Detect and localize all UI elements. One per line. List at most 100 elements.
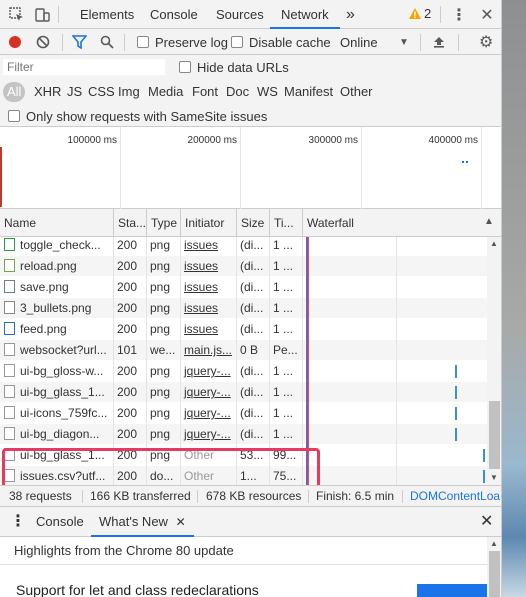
column-header-size[interactable]: Size xyxy=(237,209,270,237)
chevron-down-icon[interactable]: ▼ xyxy=(399,29,409,55)
drawer-tab-console[interactable]: Console xyxy=(36,507,84,537)
type-filter-font[interactable]: Font xyxy=(189,82,221,102)
feature-title[interactable]: Support for let and class redeclarations xyxy=(16,582,259,597)
scroll-down-arrow[interactable]: ▼ xyxy=(490,473,498,482)
import-har-button[interactable] xyxy=(432,29,446,55)
cell-size: (di... xyxy=(240,385,264,399)
more-tabs-button[interactable]: » xyxy=(346,0,355,29)
column-header-type[interactable]: Type xyxy=(147,209,181,237)
type-filter-xhr[interactable]: XHR xyxy=(31,82,64,102)
cell-name: websocket?url... xyxy=(0,340,113,361)
table-row[interactable]: save.png 200 png issues (di... 1 ... xyxy=(0,277,487,298)
tab-console[interactable]: Console xyxy=(150,0,198,29)
type-filter-all[interactable]: All xyxy=(3,82,26,102)
table-row[interactable]: 3_bullets.png 200 png issues (di... 1 ... xyxy=(0,298,487,319)
disable-cache-label: Disable cache xyxy=(249,34,331,50)
finish-time: Finish: 6.5 min xyxy=(316,489,395,503)
close-tab-icon[interactable]: ✕ xyxy=(176,515,186,529)
cell-initiator[interactable]: jquery-... xyxy=(180,361,236,382)
throttling-value: Online xyxy=(340,34,378,50)
disable-cache-checkbox[interactable]: Disable cache xyxy=(231,29,331,55)
tab-network[interactable]: Network xyxy=(270,0,340,29)
checkbox-box[interactable] xyxy=(8,110,20,122)
type-filter-css[interactable]: CSS xyxy=(85,82,118,102)
table-row[interactable]: ui-bg_diagon... 200 png jquery-... (di... 1 .… xyxy=(0,424,487,445)
drawer-tab-whats-new[interactable]: What's New ✕ xyxy=(91,507,194,537)
close-drawer-icon[interactable]: ✕ xyxy=(480,507,493,537)
cell-time: 1 ... xyxy=(273,427,294,441)
type-filter-other[interactable]: Other xyxy=(337,82,376,102)
cell-initiator[interactable]: issues xyxy=(180,256,236,277)
cell-initiator[interactable]: issues xyxy=(180,298,236,319)
preserve-log-checkbox[interactable]: Preserve log xyxy=(137,29,228,55)
websocket-icon xyxy=(4,343,15,356)
cell-size: (di... xyxy=(240,301,264,315)
type-filter-ws[interactable]: WS xyxy=(254,82,281,102)
table-row[interactable]: feed.png 200 png issues (di... 1 ... xyxy=(0,319,487,340)
tab-elements[interactable]: Elements xyxy=(80,0,134,29)
cell-type: png xyxy=(150,259,171,273)
search-button[interactable] xyxy=(100,29,114,55)
scroll-up-arrow[interactable]: ▲ xyxy=(490,539,498,548)
table-row[interactable]: ui-icons_759fc... 200 png jquery-... (di... 1… xyxy=(0,403,487,424)
overview-gridline xyxy=(481,127,482,209)
table-scrollbar[interactable]: ▲ ▼ xyxy=(487,237,501,485)
request-name: websocket?url... xyxy=(20,343,107,357)
column-header-name[interactable]: Name xyxy=(0,209,114,237)
table-row[interactable]: reload.png 200 png issues (di... 1 ... xyxy=(0,256,487,277)
cell-initiator[interactable]: main.js... xyxy=(180,340,236,361)
warnings-badge[interactable]: 2 xyxy=(408,6,431,21)
kebab-menu-icon[interactable]: ⋮ xyxy=(450,6,468,24)
divider xyxy=(124,34,125,51)
cell-name: ui-bg_glass_1... xyxy=(0,382,113,403)
close-icon[interactable]: ✕ xyxy=(478,6,496,24)
filter-input[interactable] xyxy=(2,58,166,76)
checkbox-box[interactable] xyxy=(179,61,191,73)
filter-toggle-button[interactable] xyxy=(72,29,87,55)
device-toolbar-icon[interactable] xyxy=(33,6,51,24)
column-header-time[interactable]: Ti... xyxy=(270,209,303,237)
cell-initiator[interactable]: issues xyxy=(180,319,236,340)
request-name: toggle_check... xyxy=(20,238,101,252)
table-row[interactable]: ui-bg_gloss-w... 200 png jquery-... (di... 1 … xyxy=(0,361,487,382)
drawer-scrollbar[interactable]: ▲ xyxy=(487,537,501,597)
scroll-up-arrow[interactable]: ▲ xyxy=(490,239,498,248)
cell-name: save.png xyxy=(0,277,113,298)
hide-data-urls-checkbox[interactable]: Hide data URLs xyxy=(179,55,289,79)
record-button[interactable] xyxy=(8,29,22,55)
network-overview-timeline[interactable]: 100000 ms 200000 ms 300000 ms 400000 ms xyxy=(0,127,501,209)
cell-status: 200 xyxy=(117,406,138,420)
type-filter-manifest[interactable]: Manifest xyxy=(281,82,336,102)
drawer-menu-icon[interactable]: ⋮ xyxy=(10,507,26,537)
waterfall-bar xyxy=(455,428,457,441)
type-filter-img[interactable]: Img xyxy=(115,82,143,102)
clear-button[interactable] xyxy=(36,29,50,55)
column-header-status[interactable]: Sta... xyxy=(114,209,147,237)
column-header-waterfall[interactable]: Waterfall xyxy=(303,209,501,237)
type-filter-doc[interactable]: Doc xyxy=(223,82,252,102)
tab-sources[interactable]: Sources xyxy=(216,0,264,29)
cell-initiator[interactable]: jquery-... xyxy=(180,382,236,403)
table-row[interactable]: websocket?url... 101 we... main.js... 0 B Pe.… xyxy=(0,340,487,361)
checkbox-box[interactable] xyxy=(231,36,243,48)
table-row[interactable]: toggle_check... 200 png issues (di... 1 ... xyxy=(0,237,487,256)
cell-initiator[interactable]: jquery-... xyxy=(180,424,236,445)
type-filter-media[interactable]: Media xyxy=(145,82,186,102)
scrollbar-thumb[interactable] xyxy=(489,401,500,469)
type-filter-js[interactable]: JS xyxy=(64,82,85,102)
cell-initiator[interactable]: jquery-... xyxy=(180,403,236,424)
cell-initiator[interactable]: issues xyxy=(180,237,236,256)
cell-type: png xyxy=(150,280,171,294)
inspect-element-icon[interactable] xyxy=(8,6,26,24)
request-name: reload.png xyxy=(20,259,77,273)
table-row[interactable]: ui-bg_glass_1... 200 png jquery-... (di... 1 … xyxy=(0,382,487,403)
column-header-initiator[interactable]: Initiator xyxy=(181,209,237,237)
cell-initiator[interactable]: issues xyxy=(180,277,236,298)
samesite-checkbox[interactable]: Only show requests with SameSite issues xyxy=(8,105,267,127)
settings-gear-icon[interactable]: ⚙ xyxy=(479,29,493,55)
throttling-select[interactable]: Online xyxy=(340,29,378,55)
checkbox-box[interactable] xyxy=(137,36,149,48)
scrollbar-thumb[interactable] xyxy=(489,551,500,597)
feature-thumbnail[interactable] xyxy=(417,584,487,597)
cell-time: 1 ... xyxy=(273,364,294,378)
